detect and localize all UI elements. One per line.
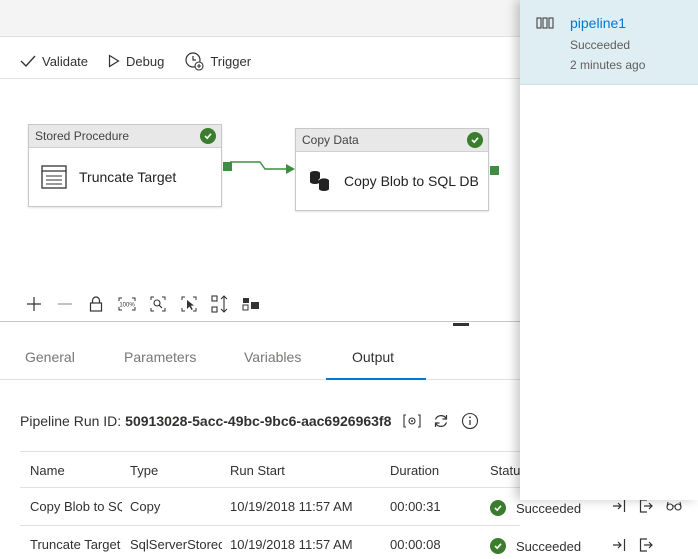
pipeline-runs-flyout: pipeline1 Succeeded 2 minutes ago — [520, 0, 698, 500]
tab-parameters[interactable]: Parameters — [124, 349, 196, 365]
info-icon[interactable] — [461, 412, 479, 430]
checkmark-icon — [20, 55, 36, 68]
output-icon[interactable] — [639, 538, 653, 552]
success-check-icon — [200, 128, 216, 144]
validate-button[interactable]: Validate — [20, 54, 88, 69]
pipeline-run-item[interactable]: pipeline1 Succeeded 2 minutes ago — [520, 0, 698, 85]
pipeline-name-link[interactable]: pipeline1 — [570, 15, 626, 31]
tab-output[interactable]: Output — [352, 349, 394, 365]
status-cell: Succeeded — [490, 527, 698, 559]
tab-general[interactable]: General — [25, 349, 75, 365]
remove-icon[interactable] — [55, 294, 75, 314]
column-header-type[interactable]: Type — [130, 452, 222, 489]
details-glasses-icon[interactable] — [666, 500, 682, 512]
table-header: Name Type Run Start Duration Status — [20, 451, 527, 489]
validate-label: Validate — [42, 53, 89, 69]
properties-tabs: General Parameters Variables Output — [0, 338, 520, 380]
lock-icon[interactable] — [86, 294, 106, 314]
pipeline-icon — [536, 16, 554, 33]
pipeline-run-id: Pipeline Run ID: 50913028-5acc-49bc-9bc6… — [20, 412, 479, 430]
zoom-to-fit-icon[interactable] — [148, 294, 168, 314]
select-icon[interactable] — [179, 294, 199, 314]
success-check-icon — [467, 132, 483, 148]
play-icon — [108, 54, 120, 68]
activity-body: Copy Blob to SQL DB — [296, 152, 488, 209]
add-icon[interactable] — [24, 294, 44, 314]
trigger-label: Trigger — [210, 53, 252, 69]
success-check-icon — [490, 500, 506, 516]
row-actions — [612, 538, 666, 552]
status-text: Succeeded — [516, 500, 582, 516]
run-id-label: Pipeline Run ID: — [20, 413, 122, 429]
activity-body: Truncate Target — [29, 148, 221, 205]
run-id-value: 50913028-5acc-49bc-9bc6-aac6926963f8 — [125, 413, 392, 429]
row-type: SqlServerStoredProcedure — [130, 537, 222, 552]
activity-category: Copy Data — [296, 129, 488, 152]
activity-category-label: Stored Procedure — [35, 129, 130, 143]
output-port[interactable] — [490, 166, 499, 175]
input-icon[interactable] — [612, 499, 626, 513]
copy-data-icon — [310, 170, 330, 191]
activity-name: Truncate Target — [79, 168, 177, 185]
trigger-button[interactable]: Trigger — [184, 51, 251, 71]
column-header-name[interactable]: Name — [30, 452, 122, 489]
view-run-icon[interactable] — [403, 414, 421, 428]
activity-stored-procedure[interactable]: Stored Procedure Truncate Target — [28, 124, 232, 207]
row-actions — [612, 499, 695, 513]
activity-runs-table: Name Type Run Start Duration Status Copy… — [20, 451, 527, 559]
activity-copy-data[interactable]: Copy Data Copy Blob to SQL DB — [295, 128, 499, 211]
column-header-run-start[interactable]: Run Start — [230, 452, 380, 489]
svg-text:100%: 100% — [119, 303, 135, 309]
pipeline-run-time: 2 minutes ago — [570, 58, 646, 72]
activity-category-label: Copy Data — [302, 133, 359, 147]
table-row[interactable]: Copy Blob to SQL DB Copy 10/19/2018 11:5… — [20, 488, 520, 526]
panel-splitter[interactable] — [0, 321, 520, 322]
pipeline-canvas[interactable]: Stored Procedure Truncate Target Copy Da… — [0, 79, 520, 287]
refresh-icon[interactable] — [433, 413, 449, 429]
row-run-start: 10/19/2018 11:57 AM — [230, 537, 353, 552]
input-icon[interactable] — [612, 538, 626, 552]
status-text: Succeeded — [516, 538, 582, 554]
layout-icon[interactable] — [241, 294, 261, 314]
canvas-toolbar: 100% — [0, 287, 520, 321]
row-name: Copy Blob to SQL DB — [30, 499, 122, 514]
output-icon[interactable] — [639, 499, 653, 513]
row-duration: 00:00:08 — [390, 537, 441, 552]
row-name: Truncate Target — [30, 537, 121, 552]
trigger-icon — [185, 52, 204, 71]
splitter-handle[interactable] — [453, 323, 469, 326]
debug-label: Debug — [126, 53, 165, 69]
row-duration: 00:00:31 — [390, 499, 441, 514]
success-connector[interactable] — [230, 159, 296, 175]
active-tab-indicator — [326, 378, 426, 380]
zoom-100-icon[interactable]: 100% — [117, 294, 137, 314]
stored-procedure-icon — [41, 164, 67, 189]
debug-button[interactable]: Debug — [108, 54, 164, 69]
tab-variables[interactable]: Variables — [244, 349, 301, 365]
success-check-icon — [490, 538, 506, 554]
pipeline-toolbar: Validate Debug Trigger — [0, 44, 251, 78]
row-type: Copy — [130, 499, 161, 514]
pipeline-run-status: Succeeded — [570, 38, 631, 52]
table-row[interactable]: Truncate Target SqlServerStoredProcedure… — [20, 526, 520, 559]
auto-align-icon[interactable] — [210, 294, 230, 314]
row-run-start: 10/19/2018 11:57 AM — [230, 499, 353, 514]
activity-category: Stored Procedure — [29, 125, 221, 148]
column-header-duration[interactable]: Duration — [390, 452, 480, 489]
activity-name: Copy Blob to SQL DB — [344, 172, 479, 189]
